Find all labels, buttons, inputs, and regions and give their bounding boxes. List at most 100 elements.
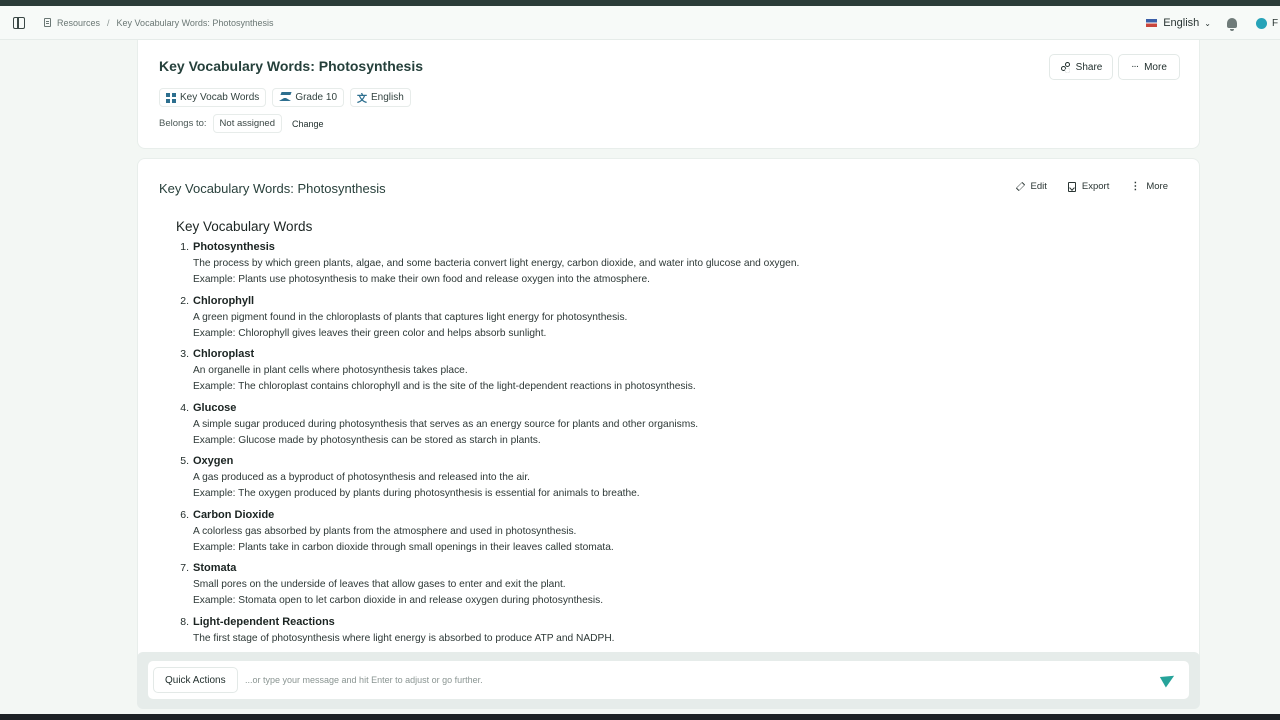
item-number: 4. xyxy=(180,401,189,414)
breadcrumb-resources-link[interactable]: Resources xyxy=(57,18,100,28)
share-button[interactable]: Share xyxy=(1049,54,1113,80)
document-content: Key Vocabulary Words 1. Photosynthesis The… xyxy=(176,219,1156,653)
list-item: 1. Photosynthesis The process by which gre… xyxy=(176,241,1156,288)
vocab-term: Oxygen xyxy=(193,455,234,467)
chat-bar: Quick Actions xyxy=(137,652,1200,709)
more-horizontal-icon: ··· xyxy=(1131,61,1139,72)
vocab-definition: The process by which green plants, algae… xyxy=(193,258,800,269)
vocab-definition: A green pigment found in the chloroplast… xyxy=(193,311,628,323)
translate-icon: 文 xyxy=(357,94,368,105)
vocab-term: Chlorophyll xyxy=(193,294,255,307)
vocab-example: Example: The oxygen produced by plants d… xyxy=(193,488,640,499)
list-item: 7. Stomata Small pores on the underside of… xyxy=(176,562,1156,609)
list-item: 6. Carbon Dioxide A colorless gas absorbed… xyxy=(176,509,1156,556)
item-number: 5. xyxy=(180,455,189,467)
tag-label: English xyxy=(371,92,404,103)
export-icon xyxy=(1067,181,1076,192)
vocab-example: Example: Stomata open to let carbon diox… xyxy=(193,595,604,606)
vocab-example: Example: Plants use photosynthesis to ma… xyxy=(193,274,651,285)
chat-icon[interactable] xyxy=(1256,17,1267,29)
document-more-button[interactable]: ⋮ More xyxy=(1130,181,1168,192)
vocab-term: Chloroplast xyxy=(193,348,255,360)
document-more-label: More xyxy=(1146,181,1168,192)
vocab-term: Glucose xyxy=(193,401,237,414)
vocab-example: Example: Chlorophyll gives leaves their … xyxy=(193,327,547,339)
item-number: 6. xyxy=(180,508,189,521)
breadcrumb-separator: / xyxy=(107,17,110,28)
edit-label: Edit xyxy=(1030,181,1047,192)
more-vertical-icon: ⋮ xyxy=(1130,180,1141,192)
chat-input-container: Quick Actions xyxy=(148,661,1189,699)
belongs-to-value: Not assigned xyxy=(212,114,282,133)
item-number: 2. xyxy=(180,294,189,307)
send-icon[interactable] xyxy=(1159,670,1178,688)
tag-label: Grade 10 xyxy=(295,92,338,103)
change-button[interactable]: Change xyxy=(292,119,324,129)
resource-header-card: Key Vocabulary Words: Photosynthesis Sha… xyxy=(137,40,1200,149)
item-number: 3. xyxy=(180,348,189,360)
tag-language: 文 English xyxy=(350,88,411,107)
list-item: 3. Chloroplast An organelle in plant cells… xyxy=(176,348,1156,395)
list-item: 2. Chlorophyll A green pigment found in th… xyxy=(176,295,1156,342)
vocab-example: Example: Glucose made by photosynthesis … xyxy=(193,434,541,446)
vocab-definition: A colorless gas absorbed by plants from … xyxy=(193,525,577,537)
item-body: Stomata Small pores on the underside of l… xyxy=(193,562,1156,609)
share-icon xyxy=(1060,62,1070,72)
item-number: 7. xyxy=(180,562,189,574)
vocab-term: Photosynthesis xyxy=(193,241,275,253)
document-card: Key Vocabulary Words: Photosynthesis Edi… xyxy=(137,158,1200,658)
topbar-right: English ⌄ F xyxy=(1146,6,1280,40)
chat-input[interactable] xyxy=(245,670,1125,690)
vocab-definition: A simple sugar produced during photosynt… xyxy=(193,418,699,430)
top-bar: Resources / Key Vocabulary Words: Photos… xyxy=(0,6,1280,40)
quick-actions-button[interactable]: Quick Actions xyxy=(153,667,238,693)
grid-icon xyxy=(166,92,176,103)
vocab-definition: The first stage of photosynthesis where … xyxy=(193,632,615,644)
item-number: 1. xyxy=(180,241,189,253)
breadcrumb-current: Key Vocabulary Words: Photosynthesis xyxy=(116,17,274,28)
tag-grade: Grade 10 xyxy=(272,88,345,107)
vocab-definition: A gas produced as a byproduct of photosy… xyxy=(193,472,530,483)
item-body: Oxygen A gas produced as a byproduct of p… xyxy=(193,455,1156,502)
taskbar-edge xyxy=(0,714,1280,720)
vocab-term: Light-dependent Reactions xyxy=(193,615,335,628)
user-menu[interactable]: F xyxy=(1272,18,1280,29)
export-label: Export xyxy=(1081,181,1110,192)
share-label: Share xyxy=(1075,61,1103,73)
document-actions: Edit Export ⋮ More xyxy=(1015,181,1168,192)
document-title: Key Vocabulary Words: Photosynthesis xyxy=(159,181,386,196)
item-body: Photosynthesis The process by which green… xyxy=(193,241,1156,288)
vocab-term: Carbon Dioxide xyxy=(193,508,275,521)
tag-list: Key Vocab Words Grade 10 文 English xyxy=(159,88,411,107)
item-number: 8. xyxy=(180,615,189,628)
vocab-term: Stomata xyxy=(193,562,237,574)
page-title: Key Vocabulary Words: Photosynthesis xyxy=(159,58,423,74)
document-icon xyxy=(44,18,51,27)
item-body: Chloroplast An organelle in plant cells w… xyxy=(193,348,1156,395)
item-body: Carbon Dioxide A colorless gas absorbed b… xyxy=(193,509,1156,556)
chevron-down-icon[interactable]: ⌄ xyxy=(1204,19,1211,28)
language-selector[interactable]: English xyxy=(1163,17,1199,29)
sidebar-toggle-icon[interactable] xyxy=(13,16,25,29)
vocab-example: Example: Plants take in carbon dioxide t… xyxy=(193,541,614,553)
item-body: Chlorophyll A green pigment found in the … xyxy=(193,295,1156,342)
breadcrumb: Resources / Key Vocabulary Words: Photos… xyxy=(44,18,273,28)
vocab-definition: Small pores on the underside of leaves t… xyxy=(193,579,566,590)
pencil-icon xyxy=(1015,181,1025,192)
item-body: Glucose A simple sugar produced during ph… xyxy=(193,402,1156,449)
edit-button[interactable]: Edit xyxy=(1015,181,1047,192)
vocab-example: Example: The chloroplast contains chloro… xyxy=(193,381,696,392)
more-label: More xyxy=(1144,61,1167,73)
vocab-list: 1. Photosynthesis The process by which gre… xyxy=(176,241,1156,647)
graduation-cap-icon xyxy=(279,94,292,101)
tag-label: Key Vocab Words xyxy=(180,92,260,103)
item-body: Light-dependent Reactions The first stage… xyxy=(193,616,1156,647)
list-item: 5. Oxygen A gas produced as a byproduct of… xyxy=(176,455,1156,502)
export-button[interactable]: Export xyxy=(1067,181,1110,192)
flag-icon xyxy=(1146,19,1158,27)
list-item: 4. Glucose A simple sugar produced during … xyxy=(176,402,1156,449)
document-heading: Key Vocabulary Words xyxy=(176,219,313,234)
tag-resource-type: Key Vocab Words xyxy=(159,88,267,107)
bell-icon[interactable] xyxy=(1227,18,1237,31)
more-button[interactable]: ··· More xyxy=(1118,54,1180,80)
